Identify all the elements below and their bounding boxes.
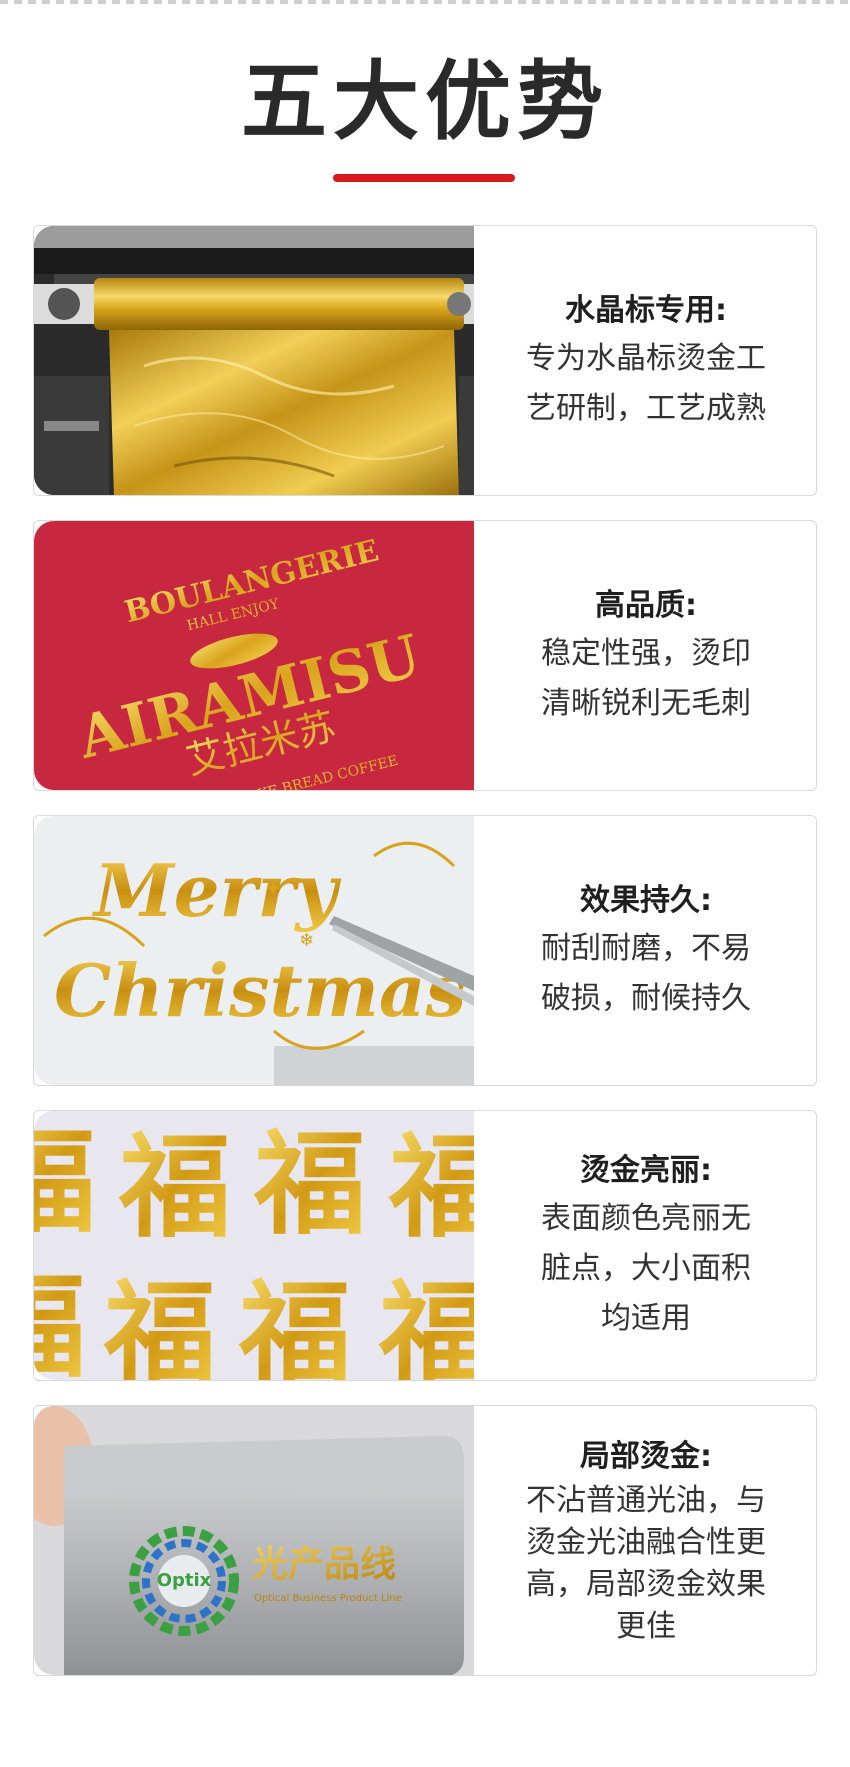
feature-card-durable: Merry Christmas ✦ ❄ 效果持久: 耐刮耐磨，不易 破损，耐候持… (33, 815, 817, 1086)
feature-card-bright-gold: 福 福 福 福 福 福 福 福 烫金亮丽: 表面颜色亮丽无 脏点，大小面积 均适… (33, 1110, 817, 1381)
feature-desc-line: 更佳 (616, 1608, 676, 1644)
photo-tin-box: Optix 光产品线 Optical Business Product Line (34, 1406, 474, 1675)
fu-character: 福 (238, 1270, 351, 1380)
feature-heading: 高品质: (595, 587, 697, 623)
optix-logo-text: Optix (157, 1570, 212, 1591)
fu-stickers-image: 福 福 福 福 福 福 福 福 (34, 1111, 474, 1380)
top-dashed-divider (0, 0, 850, 4)
feature-desc-line: 烫金光油融合性更 (526, 1524, 766, 1560)
fu-character: 福 (118, 1123, 231, 1253)
fu-character: 福 (103, 1270, 216, 1380)
fu-character: 福 (253, 1120, 366, 1250)
feature-desc-line: 专为水晶标烫金工 (526, 340, 766, 376)
feature-desc-line: 均适用 (601, 1300, 691, 1336)
photo-christmas-sticker: Merry Christmas ✦ ❄ (34, 816, 474, 1085)
feature-card-partial-gilding: Optix 光产品线 Optical Business Product Line… (33, 1405, 817, 1676)
feature-heading: 效果持久: (580, 882, 712, 918)
feature-heading: 烫金亮丽: (580, 1152, 712, 1188)
star-icon: ✦ (264, 877, 282, 902)
merry-christmas-image: Merry Christmas ✦ ❄ (34, 816, 474, 1085)
feature-heading: 水晶标专用: (565, 292, 727, 328)
tin-en-text: Optical Business Product Line (254, 1593, 402, 1604)
fu-character: 福 (34, 1263, 86, 1380)
tin-box-image: Optix 光产品线 Optical Business Product Line (34, 1406, 474, 1675)
boulangerie-label-image: BOULANGERIE HALL ENJOY AIRAMISU 艾拉米苏 AKE… (34, 521, 474, 790)
feature-card-high-quality: BOULANGERIE HALL ENJOY AIRAMISU 艾拉米苏 AKE… (33, 520, 817, 791)
feature-desc-line: 艺研制，工艺成熟 (526, 390, 766, 426)
snowflake-icon: ❄ (299, 930, 314, 951)
sticker-merry-text: Merry (91, 848, 341, 933)
gold-foil-roll-image (34, 226, 474, 495)
feature-card-crystal-label: 水晶标专用: 专为水晶标烫金工 艺研制，工艺成熟 (33, 225, 817, 496)
title-underline (333, 174, 515, 182)
feature-desc-line: 破损，耐候持久 (541, 980, 751, 1016)
tin-cn-text: 光产品线 (252, 1544, 396, 1585)
feature-desc-line: 脏点，大小面积 (541, 1250, 751, 1286)
feature-desc-line: 稳定性强，烫印 (541, 635, 751, 671)
photo-boulangerie-label: BOULANGERIE HALL ENJOY AIRAMISU 艾拉米苏 AKE… (34, 521, 474, 790)
feature-desc-line: 不沾普通光油，与 (526, 1482, 766, 1518)
feature-desc-line: 高，局部烫金效果 (526, 1566, 766, 1602)
feature-heading: 局部烫金: (580, 1438, 712, 1474)
photo-gold-foil-roll (34, 226, 474, 495)
fu-character: 福 (388, 1123, 474, 1253)
fu-character: 福 (378, 1270, 474, 1380)
page-title: 五大优势 (241, 52, 609, 152)
feature-desc-line: 表面颜色亮丽无 (541, 1200, 751, 1236)
fu-character: 福 (34, 1118, 96, 1248)
feature-desc-line: 耐刮耐磨，不易 (541, 930, 751, 966)
feature-desc-line: 清晰锐利无毛刺 (541, 685, 751, 721)
photo-fu-stickers: 福 福 福 福 福 福 福 福 (34, 1111, 474, 1380)
